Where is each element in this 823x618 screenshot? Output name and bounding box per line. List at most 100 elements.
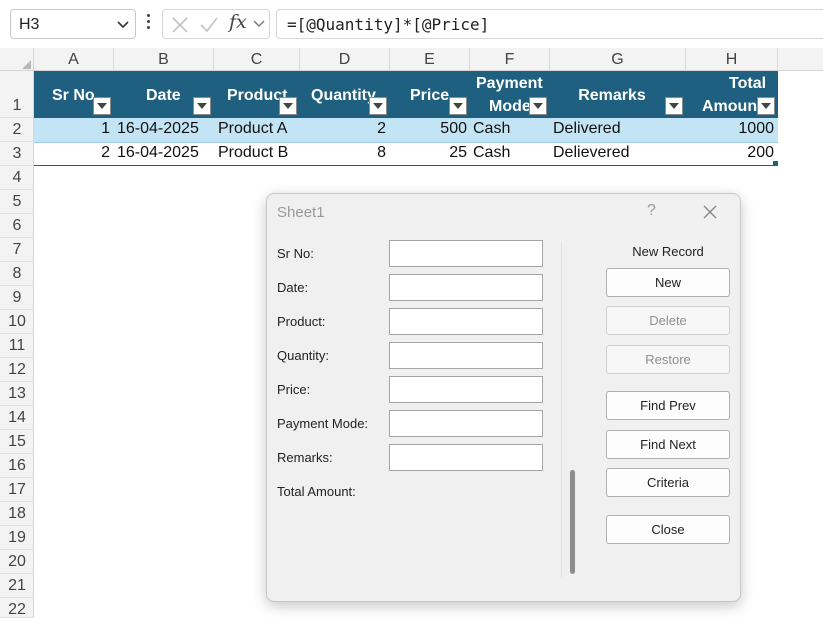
date-field[interactable] [389, 274, 543, 301]
header-cell-quantity[interactable]: Quantity [300, 71, 390, 118]
row-header-7[interactable]: 7 [0, 238, 34, 262]
row-header-4[interactable]: 4 [0, 166, 34, 190]
filter-dropdown-icon[interactable] [369, 97, 387, 115]
filter-dropdown-icon[interactable] [529, 97, 547, 115]
new-button[interactable]: New [606, 268, 730, 297]
column-header-a[interactable]: A [34, 48, 114, 71]
row-header-6[interactable]: 6 [0, 214, 34, 238]
field-label-price: Price: [277, 382, 311, 397]
header-cell-remarks[interactable]: Remarks [550, 71, 686, 118]
price-field[interactable] [389, 376, 543, 403]
header-cell-total-amount[interactable]: Total Amount [686, 71, 778, 118]
close-button[interactable]: Close [606, 515, 730, 544]
cell-sr-no[interactable]: 2 [34, 144, 110, 162]
field-label-remarks: Remarks: [277, 450, 333, 465]
header-cell-sr-no[interactable]: Sr No [34, 71, 114, 118]
row-header-8[interactable]: 8 [0, 262, 34, 286]
quantity-field[interactable] [389, 342, 543, 369]
sr-no-field[interactable] [389, 240, 543, 267]
filter-dropdown-icon[interactable] [757, 97, 775, 115]
cell-sr-no[interactable]: 1 [34, 120, 110, 138]
row-header-15[interactable]: 15 [0, 430, 34, 454]
formula-input[interactable]: =[@Quantity]*[@Price] [276, 9, 823, 39]
cell-remarks[interactable]: Delivered [553, 120, 686, 138]
row-header-18[interactable]: 18 [0, 502, 34, 526]
column-header-h[interactable]: H [686, 48, 778, 71]
delete-button[interactable]: Delete [606, 306, 730, 335]
cell-date[interactable]: 16-04-2025 [117, 144, 213, 162]
row-header-3[interactable]: 3 [0, 142, 34, 166]
cell-date[interactable]: 16-04-2025 [117, 120, 213, 138]
cell-price[interactable]: 25 [390, 144, 467, 162]
criteria-button[interactable]: Criteria [606, 468, 730, 497]
select-all-corner[interactable] [0, 48, 34, 71]
name-box-value: H3 [19, 16, 40, 33]
cell-payment-mode[interactable]: Cash [473, 120, 550, 138]
row-header-22[interactable]: 22 [0, 598, 34, 618]
help-button[interactable]: ? [647, 202, 656, 220]
product-field[interactable] [389, 308, 543, 335]
row-header-13[interactable]: 13 [0, 382, 34, 406]
column-header-d[interactable]: D [300, 48, 390, 71]
row-header-14[interactable]: 14 [0, 406, 34, 430]
header-cell-product[interactable]: Product [214, 71, 300, 118]
filter-dropdown-icon[interactable] [665, 97, 683, 115]
cell-product[interactable]: Product B [218, 144, 300, 162]
find-prev-button[interactable]: Find Prev [606, 391, 730, 420]
row-header-9[interactable]: 9 [0, 286, 34, 310]
restore-button[interactable]: Restore [606, 345, 730, 374]
chevron-down-icon[interactable] [253, 20, 265, 28]
cell-payment-mode[interactable]: Cash [473, 144, 550, 162]
record-status: New Record [632, 244, 704, 259]
column-header-g[interactable]: G [550, 48, 686, 71]
header-cell-date[interactable]: Date [114, 71, 214, 118]
row-header-1[interactable]: 1 [0, 71, 34, 118]
column-header-b[interactable]: B [114, 48, 214, 71]
remarks-field[interactable] [389, 444, 543, 471]
row-header-12[interactable]: 12 [0, 358, 34, 382]
cell-product[interactable]: Product A [218, 120, 300, 138]
cell-price[interactable]: 500 [390, 120, 467, 138]
formula-buttons: fx [162, 9, 270, 39]
excel-window: H3 fx =[@Quantity]*[@Price] A B C D E F … [0, 0, 823, 618]
row-header-2[interactable]: 2 [0, 118, 34, 142]
row-header-11[interactable]: 11 [0, 334, 34, 358]
row-header-10[interactable]: 10 [0, 310, 34, 334]
find-next-button[interactable]: Find Next [606, 430, 730, 459]
chevron-down-icon[interactable] [117, 21, 129, 29]
more-options-icon[interactable] [146, 14, 152, 34]
cell-remarks[interactable]: Delievered [553, 144, 686, 162]
field-label-product: Product: [277, 314, 326, 329]
payment-mode-field[interactable] [389, 410, 543, 437]
column-header-c[interactable]: C [214, 48, 300, 71]
close-icon[interactable] [703, 205, 717, 219]
row-header-21[interactable]: 21 [0, 574, 34, 598]
header-cell-payment-mode[interactable]: Payment Mode [470, 71, 550, 118]
filter-dropdown-icon[interactable] [193, 97, 211, 115]
enter-check-icon[interactable] [199, 16, 219, 34]
cell-total-amount[interactable]: 200 [686, 144, 774, 162]
table-resize-handle[interactable] [773, 161, 778, 166]
row-headers: 1 2 3 4 5 6 7 8 9 10 11 12 13 14 15 16 1… [0, 71, 34, 618]
row-header-19[interactable]: 19 [0, 526, 34, 550]
record-scrollbar[interactable] [570, 470, 575, 574]
header-cell-price[interactable]: Price [390, 71, 470, 118]
cell-total-amount[interactable]: 1000 [686, 120, 774, 138]
cell-quantity[interactable]: 2 [300, 120, 386, 138]
column-headers: A B C D E F G H [0, 48, 823, 71]
column-header-f[interactable]: F [470, 48, 550, 71]
name-box[interactable]: H3 [10, 9, 136, 39]
column-header-e[interactable]: E [390, 48, 470, 71]
row-header-17[interactable]: 17 [0, 478, 34, 502]
formula-bar: H3 fx =[@Quantity]*[@Price] [0, 0, 823, 46]
filter-dropdown-icon[interactable] [279, 97, 297, 115]
filter-dropdown-icon[interactable] [93, 97, 111, 115]
cell-quantity[interactable]: 8 [300, 144, 386, 162]
row-header-5[interactable]: 5 [0, 190, 34, 214]
formula-text: =[@Quantity]*[@Price] [287, 15, 490, 34]
row-header-20[interactable]: 20 [0, 550, 34, 574]
insert-function-icon[interactable]: fx [229, 11, 247, 33]
row-header-16[interactable]: 16 [0, 454, 34, 478]
cancel-icon[interactable] [171, 16, 189, 34]
filter-dropdown-icon[interactable] [449, 97, 467, 115]
